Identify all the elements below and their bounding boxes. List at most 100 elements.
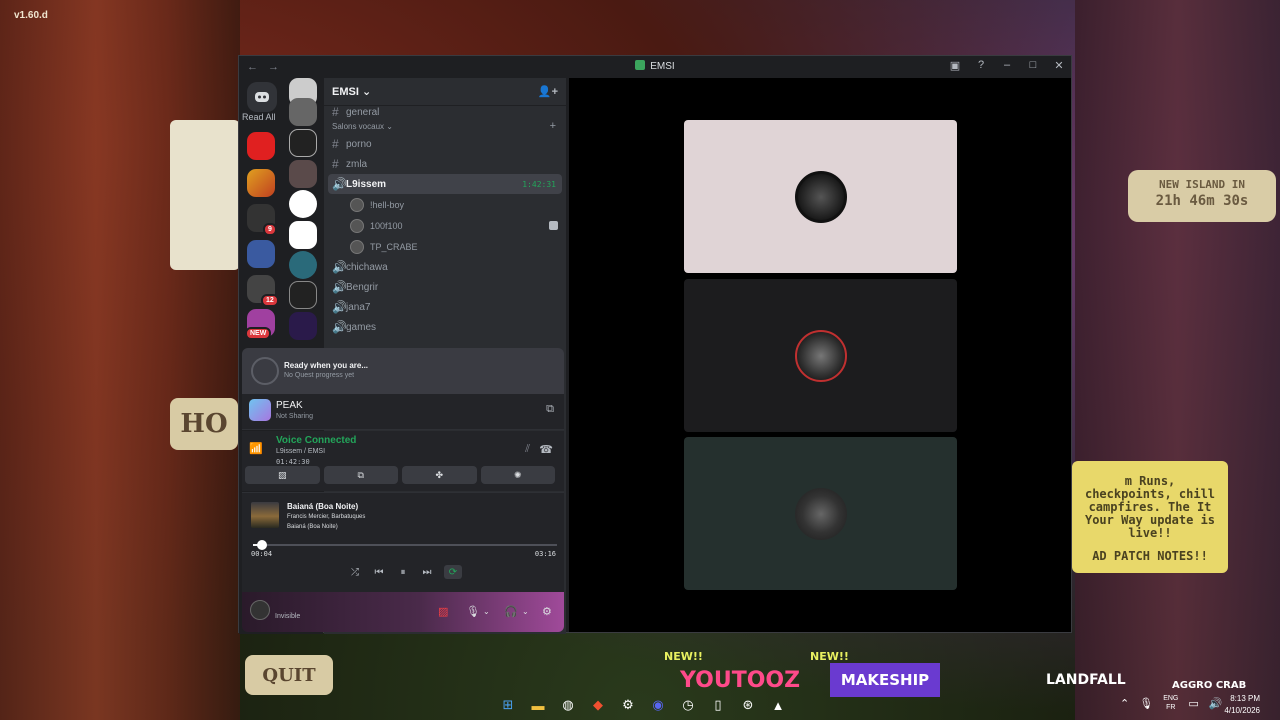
streaming-icon (549, 221, 558, 230)
noise-suppression-icon[interactable]: ⫽ (525, 443, 530, 456)
server-icon (635, 60, 646, 70)
volume-icon[interactable]: 🔊 (1209, 697, 1223, 710)
discord-taskbar-icon[interactable]: ◉ (648, 695, 668, 715)
next-icon[interactable]: ⏭ (420, 565, 434, 579)
chevron-up-icon[interactable]: ⌃ (1120, 697, 1129, 710)
server-icon-v[interactable] (289, 221, 317, 249)
server-header[interactable]: EMSI ⌄ 👤+ (324, 78, 566, 106)
participant-avatar (794, 170, 847, 223)
server-icon-3[interactable] (289, 129, 317, 157)
voice-channel[interactable]: 🔊 Bengrir (324, 277, 566, 297)
server-folder-3[interactable] (247, 240, 275, 268)
clock-time: 8:13 PM (1230, 694, 1260, 703)
sharing-status: Not Sharing (276, 413, 313, 420)
voice-category[interactable]: Salons vocaux ⌄ + (324, 118, 566, 134)
hash-icon: # (332, 137, 339, 151)
app-icon[interactable]: ▲ (768, 695, 788, 715)
windows-start-icon[interactable]: ⊞ (498, 695, 518, 715)
wallpaper-tree-right (1075, 0, 1280, 720)
voice-user[interactable]: 100f100 (324, 215, 566, 236)
quest-panel[interactable]: Ready when you are... No Quest progress … (242, 348, 564, 394)
activities-button[interactable]: ✤ (402, 466, 477, 484)
new-island-countdown: NEW ISLAND IN 21h 46m 30s (1128, 170, 1276, 222)
share-screen-icon[interactable]: ⧉ (546, 403, 554, 416)
close-button[interactable]: ✕ (1053, 59, 1065, 72)
minimize-button[interactable]: – (1001, 59, 1013, 72)
server-folder-1[interactable] (247, 169, 275, 197)
signal-icon[interactable]: 📶 (249, 442, 263, 455)
participant-tile[interactable] (684, 437, 957, 590)
window-controls: ▣ ? – □ ✕ (949, 59, 1065, 72)
voice-user[interactable]: !hell-boy (324, 194, 566, 215)
repeat-icon[interactable]: ⟳ (444, 565, 462, 579)
disconnect-icon[interactable]: ☎ (539, 443, 553, 456)
server-icon-2[interactable] (289, 98, 317, 126)
language-indicator[interactable]: ENG FR (1163, 694, 1178, 712)
chevron-down-icon[interactable]: ⌄ (522, 607, 529, 616)
channel-general[interactable]: # general (324, 106, 566, 118)
network-icon[interactable]: ▭ (1188, 697, 1198, 710)
participant-avatar (794, 487, 847, 540)
voice-status[interactable]: Voice Connected (276, 435, 356, 446)
taskbar: ⊞ ▬ ◍ ◆ ⚙ ◉ ◷ ▯ ⊛ ▲ ⌃ 🎙 ENG FR ▭ 🔊 8:13 … (0, 690, 1280, 720)
elapsed-time: 00:04 (251, 550, 273, 558)
channel-porno[interactable]: # porno (324, 134, 566, 154)
invite-icon[interactable]: 👤+ (538, 85, 558, 98)
pause-icon[interactable]: ⏸ (396, 565, 410, 579)
settings-gear-icon[interactable]: ⚙ (542, 605, 552, 618)
avatar[interactable] (250, 600, 270, 620)
camera-off-button[interactable]: ▨ (245, 466, 320, 484)
inbox-icon[interactable]: ▣ (949, 59, 961, 72)
discord-window: ← → EMSI ▣ ? – □ ✕ Read All 9 12 NEW EMS… (238, 55, 1072, 634)
brave-browser-icon[interactable]: ◆ (588, 695, 608, 715)
discord-logo-icon (255, 92, 269, 102)
progress-knob[interactable] (257, 540, 267, 550)
steam-icon[interactable]: ⊛ (738, 695, 758, 715)
file-explorer-icon[interactable]: ▬ (528, 695, 548, 715)
maximize-button[interactable]: □ (1027, 59, 1039, 72)
soundboard-button[interactable]: ✺ (480, 466, 555, 484)
progress-bar[interactable] (253, 544, 557, 546)
microphone-tray-icon[interactable]: 🎙 (1139, 697, 1153, 710)
help-icon[interactable]: ? (975, 59, 987, 72)
avatar (350, 239, 364, 254)
server-icon-6[interactable] (289, 251, 317, 279)
shuffle-icon[interactable]: ⤮ (348, 565, 362, 579)
settings-icon[interactable]: ⚙ (618, 695, 638, 715)
home-button[interactable] (247, 82, 277, 112)
voice-channel[interactable]: 🔊 chichawa (324, 257, 566, 277)
camera-off-icon[interactable]: ▨ (438, 605, 448, 618)
clock-app-icon[interactable]: ◷ (678, 695, 698, 715)
app-icon[interactable]: ◍ (558, 695, 578, 715)
album-art (251, 502, 279, 528)
participant-tile[interactable] (684, 120, 957, 273)
voice-channel[interactable]: 🔊 jana7 (324, 297, 566, 317)
channel-label: games (346, 321, 377, 333)
headphones-icon[interactable]: 🎧 (504, 605, 518, 618)
server-icon-9[interactable] (289, 312, 317, 340)
clock-date: 4/10/2026 (1224, 706, 1260, 715)
voice-channel-active[interactable]: 🔊 L9issem 1:42:31 (328, 174, 562, 194)
server-icon-4[interactable] (289, 160, 317, 188)
microphone-icon[interactable]: 🎙 (466, 605, 480, 618)
server-icon-5[interactable] (289, 190, 317, 218)
server-icon-youtube[interactable] (247, 132, 275, 160)
voice-user[interactable]: TP_CRABE (324, 236, 566, 257)
read-all-label[interactable]: Read All (242, 112, 276, 122)
previous-icon[interactable]: ⏮ (372, 565, 386, 579)
add-channel-icon[interactable]: + (550, 120, 556, 132)
server-icon-7[interactable] (289, 281, 317, 309)
document-icon[interactable]: ▯ (708, 695, 728, 715)
taskbar-clock[interactable]: 8:13 PM 4/10/2026 (1224, 693, 1260, 717)
screen-share-button[interactable]: ⧉ (323, 466, 398, 484)
patch-notes-sign: m Runs, checkpoints, chill campfires. Th… (1072, 461, 1228, 573)
channel-zmla[interactable]: # zmla (324, 154, 566, 174)
voice-location[interactable]: L9issem / EMSI (276, 448, 325, 455)
participant-tile[interactable] (684, 279, 957, 432)
chevron-down-icon[interactable]: ⌄ (483, 607, 490, 616)
voice-channel[interactable]: 🔊 games (324, 317, 566, 337)
new-tag-1: NEW!! (664, 650, 703, 663)
server-name: EMSI ⌄ (332, 86, 372, 98)
hash-icon: # (332, 106, 339, 118)
track-title[interactable]: Baianá (Boa Noite) (287, 502, 358, 511)
